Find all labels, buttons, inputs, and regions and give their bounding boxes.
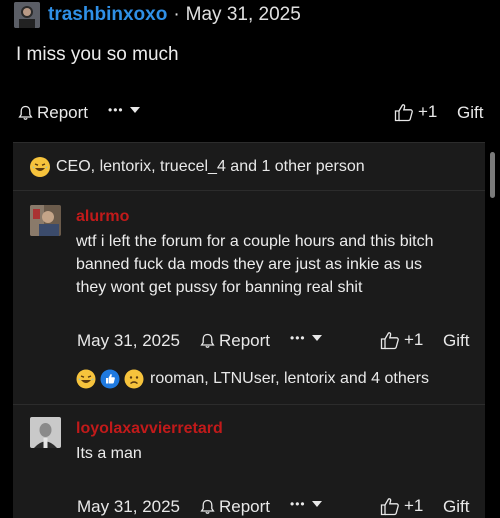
reply-text-line: Its a man [76,445,142,462]
bell-icon [200,333,215,348]
post-text: I miss you so much [16,44,179,65]
avatar[interactable] [30,417,61,448]
reply-text-line: banned fuck da mods they are just as ink… [76,256,422,273]
sad-emoji-icon [124,369,144,389]
post-separator: · [173,4,180,25]
chevron-down-icon [311,335,322,341]
scrollbar[interactable] [490,152,495,198]
like-count: +1 [404,330,424,349]
more-dots: ••• [108,103,124,117]
avatar[interactable] [30,205,61,236]
chevron-down-icon [129,107,140,113]
report-label: Report [219,497,271,516]
bell-icon [18,105,33,120]
like-button[interactable]: +1 [380,496,423,516]
thumbs-up-icon [394,103,413,121]
reply-text-line: wtf i left the forum for a couple hours … [76,233,434,250]
post-username[interactable]: trashbinxoxo [48,4,167,26]
like-button[interactable]: +1 [380,330,423,350]
reply-username[interactable]: alurmo [76,208,129,226]
divider [13,190,485,191]
reply-reactors: rooman, LTNUser, lentorix and 4 others [150,370,429,387]
report-button[interactable]: Report [200,331,270,351]
gift-button[interactable]: Gift [457,103,483,123]
reply-reactions[interactable]: rooman, LTNUser, lentorix and 4 others [76,369,429,389]
laughing-emoji-icon [76,369,96,389]
more-menu-button[interactable]: ••• [290,331,322,345]
post-reactions[interactable]: CEO, lentorix, truecel_4 and 1 other per… [30,157,365,177]
reply-username[interactable]: loyolaxavvierretard [76,420,223,438]
report-button[interactable]: Report [18,103,88,123]
gift-button[interactable]: Gift [443,497,469,517]
thumbs-up-icon [380,497,399,515]
post-reactors: CEO, lentorix, truecel_4 and 1 other per… [56,158,365,175]
reply-text: wtf i left the forum for a couple hours … [76,230,476,299]
thumbs-up-reaction-icon [100,369,120,389]
bell-icon [200,499,215,514]
reply-date[interactable]: May 31, 2025 [77,497,180,517]
reply-text-line: they wont get pussy for banning real shi… [76,279,363,296]
reply-date[interactable]: May 31, 2025 [77,331,180,351]
more-menu-button[interactable]: ••• [108,103,140,117]
post-date[interactable]: May 31, 2025 [186,4,301,26]
reply-text: Its a man [76,442,142,465]
laughing-emoji-icon [30,157,50,177]
report-label: Report [219,331,271,350]
chevron-down-icon [311,501,322,507]
report-button[interactable]: Report [200,497,270,517]
more-menu-button[interactable]: ••• [290,497,322,511]
gift-button[interactable]: Gift [443,331,469,351]
more-dots: ••• [290,497,306,511]
like-count: +1 [418,102,438,121]
divider [13,404,485,405]
report-label: Report [37,103,89,122]
like-button[interactable]: +1 [394,102,437,122]
like-count: +1 [404,496,424,515]
avatar[interactable] [14,2,40,28]
more-dots: ••• [290,331,306,345]
thumbs-up-icon [380,331,399,349]
